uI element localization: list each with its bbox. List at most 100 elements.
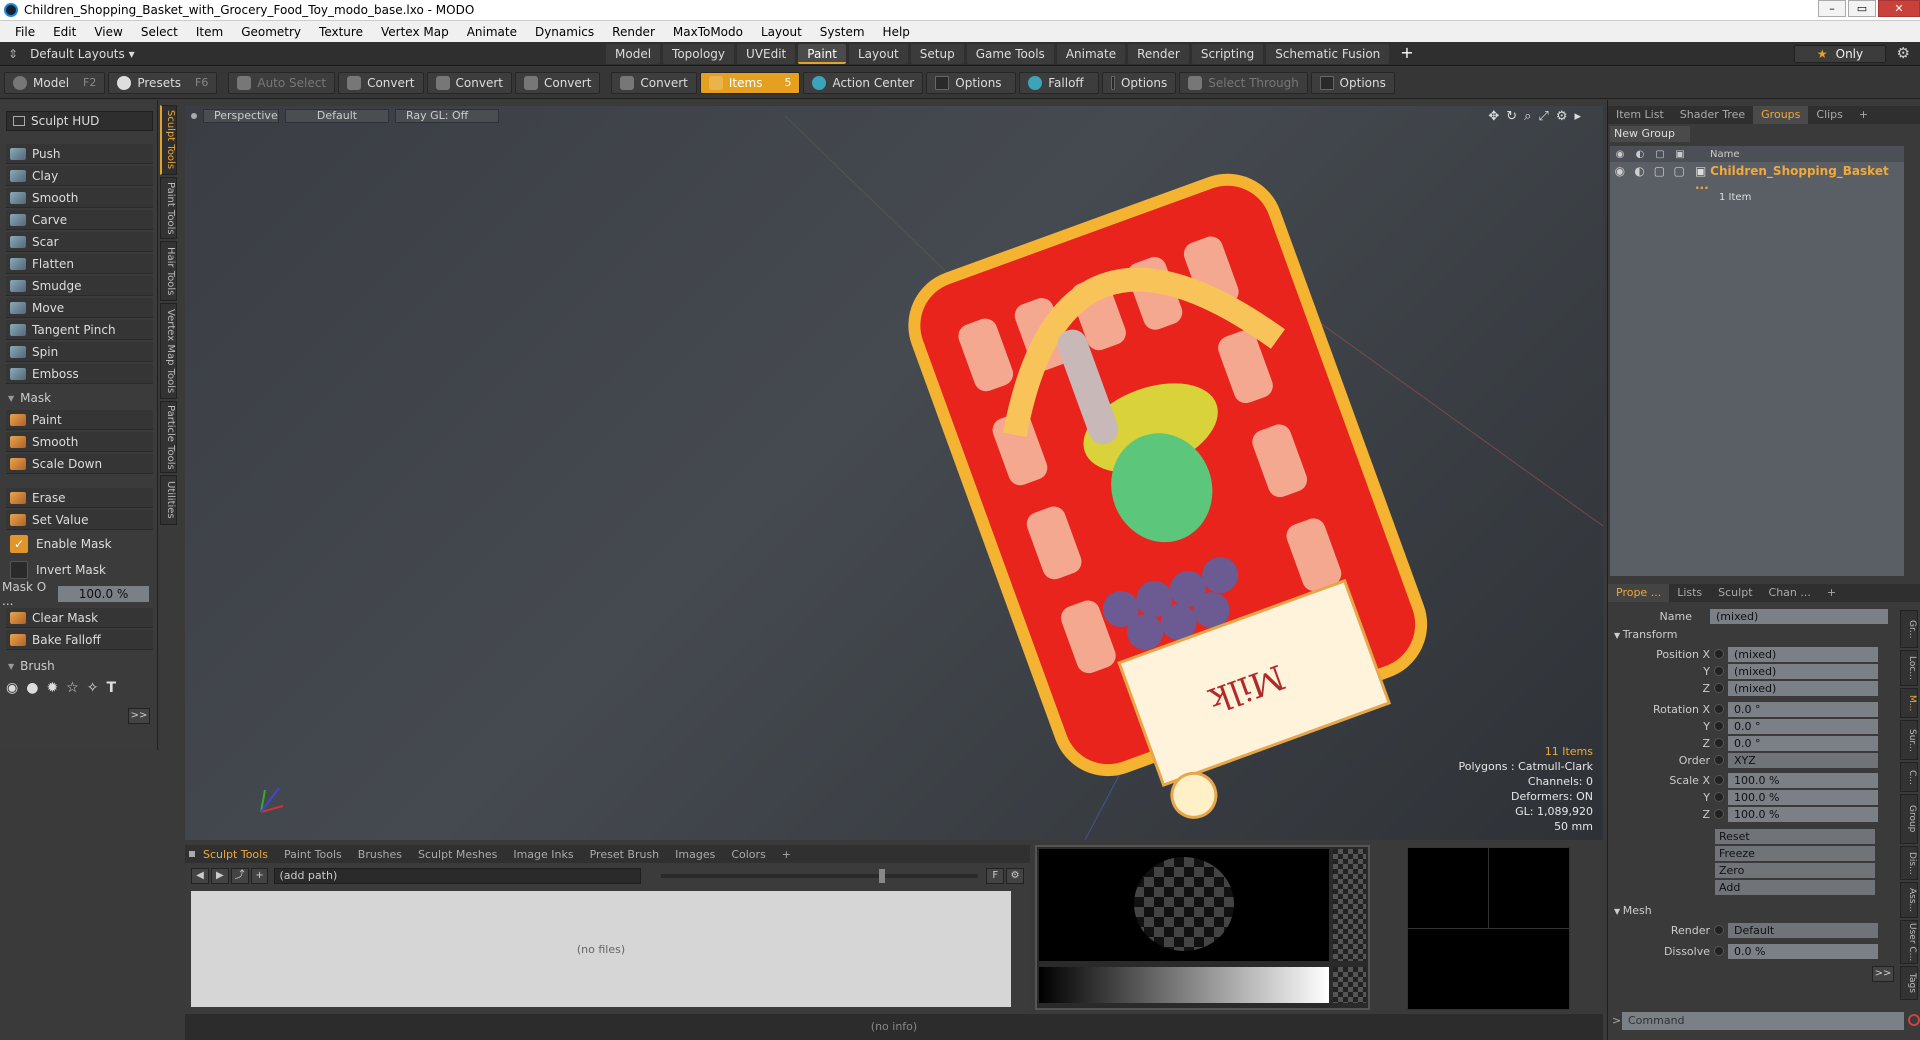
tool-flatten[interactable]: Flatten bbox=[6, 254, 153, 274]
tab-schematic-fusion[interactable]: Schematic Fusion bbox=[1266, 44, 1390, 64]
forward-arrow-icon[interactable]: ▶ bbox=[210, 868, 229, 884]
btab-paint-tools[interactable]: Paint Tools bbox=[276, 848, 350, 861]
raygl-toggle[interactable]: Ray GL: Off bbox=[395, 109, 499, 123]
rvtab-group[interactable]: Group bbox=[1900, 794, 1918, 844]
anim-dot-icon[interactable] bbox=[1714, 738, 1724, 748]
select-icon[interactable]: ▣ bbox=[1670, 149, 1690, 160]
mask-scale-down[interactable]: Scale Down bbox=[6, 454, 153, 474]
mask-set-value[interactable]: Set Value bbox=[6, 510, 153, 530]
rvtab-ass[interactable]: Ass... bbox=[1900, 882, 1918, 918]
auto-select-button[interactable]: Auto Select bbox=[228, 71, 336, 94]
menu-texture[interactable]: Texture bbox=[319, 25, 363, 39]
default-layouts-dropdown[interactable]: ⇕ Default Layouts ▾ bbox=[8, 45, 135, 63]
menu-layout[interactable]: Layout bbox=[761, 25, 802, 39]
menu-maxtomodo[interactable]: MaxToModo bbox=[673, 25, 743, 39]
vtab-vertex-map-tools[interactable]: Vertex Map Tools bbox=[160, 303, 177, 399]
mask-section-header[interactable]: ▼ Mask bbox=[8, 390, 51, 406]
ptab-properties[interactable]: Prope ... bbox=[1608, 584, 1670, 602]
tab-layout[interactable]: Layout bbox=[848, 44, 908, 64]
tab-scripting[interactable]: Scripting bbox=[1191, 44, 1264, 64]
order-dropdown[interactable]: XYZ bbox=[1728, 752, 1878, 768]
menu-dynamics[interactable]: Dynamics bbox=[535, 25, 594, 39]
add-folder-icon[interactable]: + bbox=[250, 868, 269, 884]
gear-icon[interactable]: ⚙ bbox=[1897, 44, 1910, 62]
falloff-options-button[interactable]: Options bbox=[1102, 71, 1177, 94]
convert-items-button[interactable]: Convert bbox=[611, 71, 697, 94]
action-center-button[interactable]: Action Center bbox=[803, 71, 924, 94]
anim-dot-icon[interactable] bbox=[1714, 666, 1724, 676]
position-x-field[interactable]: (mixed) bbox=[1728, 646, 1878, 662]
tab-render[interactable]: Render bbox=[1128, 44, 1189, 64]
items-mode-button[interactable]: Items 5 bbox=[699, 71, 801, 94]
btab-preset-brush[interactable]: Preset Brush bbox=[582, 848, 668, 861]
tab-uvedit[interactable]: UVEdit bbox=[737, 44, 796, 64]
visibility-eye-icon[interactable]: ◉ bbox=[1610, 149, 1630, 160]
star-brush-icon[interactable]: ☆ bbox=[66, 680, 79, 696]
anim-dot-icon[interactable] bbox=[1714, 649, 1724, 659]
mesh-header[interactable]: ▼ Mesh bbox=[1614, 904, 1652, 917]
clear-mask-button[interactable]: Clear Mask bbox=[6, 608, 153, 628]
scale-y-field[interactable]: 100.0 % bbox=[1728, 789, 1878, 805]
rvtab-user-c[interactable]: User C... bbox=[1900, 920, 1918, 964]
vtab-utilities[interactable]: Utilities bbox=[160, 475, 177, 525]
dissolve-field[interactable]: 0.0 % bbox=[1728, 943, 1878, 959]
position-z-field[interactable]: (mixed) bbox=[1728, 680, 1878, 696]
name-field[interactable]: (mixed) bbox=[1710, 608, 1888, 624]
menu-file[interactable]: File bbox=[15, 25, 35, 39]
back-arrow-icon[interactable]: ◀ bbox=[191, 868, 209, 884]
tab-paint[interactable]: Paint bbox=[798, 44, 846, 64]
freeze-dropdown[interactable]: Freeze bbox=[1715, 846, 1875, 861]
rvtab-tags[interactable]: Tags bbox=[1900, 966, 1918, 1000]
brush-section-header[interactable]: ▼ Brush bbox=[8, 658, 55, 674]
close-button[interactable]: ✕ bbox=[1878, 0, 1920, 17]
vtab-hair-tools[interactable]: Hair Tools bbox=[160, 241, 177, 301]
add-tab-button[interactable]: + bbox=[774, 848, 799, 861]
rvtab-m[interactable]: M... bbox=[1900, 688, 1918, 718]
rotation-x-field[interactable]: 0.0 ° bbox=[1728, 701, 1878, 717]
ptab-sculpt[interactable]: Sculpt bbox=[1710, 584, 1760, 602]
record-icon[interactable] bbox=[1908, 1014, 1920, 1026]
rotation-y-field[interactable]: 0.0 ° bbox=[1728, 718, 1878, 734]
tab-model[interactable]: Model bbox=[606, 44, 661, 64]
tool-smudge[interactable]: Smudge bbox=[6, 276, 153, 296]
tool-emboss[interactable]: Emboss bbox=[6, 364, 153, 384]
up-folder-icon[interactable]: ⤴ bbox=[230, 868, 249, 884]
ptab-channels[interactable]: Chan ... bbox=[1761, 584, 1819, 602]
mask-opacity-field[interactable]: 100.0 % bbox=[58, 586, 149, 602]
falloff-button[interactable]: Falloff bbox=[1019, 71, 1100, 94]
rvtab-sur[interactable]: Sur... bbox=[1900, 720, 1918, 760]
bake-falloff-button[interactable]: Bake Falloff bbox=[6, 630, 153, 650]
alpha-preview[interactable] bbox=[1333, 967, 1366, 1003]
reset-dropdown[interactable]: Reset bbox=[1715, 829, 1875, 844]
filter-icon[interactable]: F bbox=[986, 868, 1005, 884]
tool-tangent-pinch[interactable]: Tangent Pinch bbox=[6, 320, 153, 340]
row-eye-icon[interactable]: ◉ bbox=[1610, 164, 1630, 178]
ptab-add-icon[interactable]: + bbox=[1819, 584, 1844, 602]
vtab-paint-tools[interactable]: Paint Tools bbox=[160, 177, 177, 239]
soft-brush-icon[interactable]: ◉ bbox=[6, 680, 18, 696]
tool-push[interactable]: Push bbox=[6, 144, 153, 164]
view-type-dropdown[interactable]: Perspective bbox=[203, 109, 279, 123]
rtab-shader-tree[interactable]: Shader Tree bbox=[1672, 106, 1753, 124]
menu-view[interactable]: View bbox=[94, 25, 122, 39]
anim-dot-icon[interactable] bbox=[1714, 809, 1724, 819]
tool-spin[interactable]: Spin bbox=[6, 342, 153, 362]
tool-smooth[interactable]: Smooth bbox=[6, 188, 153, 208]
convert-polygons-button[interactable]: Convert bbox=[514, 71, 601, 94]
add-tab-plus-icon[interactable]: + bbox=[1400, 44, 1413, 64]
slider-handle[interactable] bbox=[879, 869, 886, 883]
select-through-button[interactable]: Select Through bbox=[1179, 71, 1308, 94]
invert-mask-checkbox[interactable]: Invert Mask bbox=[6, 560, 153, 580]
presets-button[interactable]: Presets F6 bbox=[108, 71, 218, 94]
btab-sculpt-meshes[interactable]: Sculpt Meshes bbox=[410, 848, 505, 861]
shading-dropdown[interactable]: Default bbox=[285, 109, 389, 123]
rvtab-loc[interactable]: Loc... bbox=[1900, 650, 1918, 686]
more-button[interactable]: >> bbox=[128, 708, 150, 724]
fit-icon[interactable]: ⤢ bbox=[1538, 109, 1548, 124]
rvtab-dis[interactable]: Dis... bbox=[1900, 846, 1918, 880]
command-input[interactable]: Command bbox=[1622, 1012, 1904, 1030]
only-button[interactable]: ★ Only bbox=[1794, 45, 1886, 63]
tab-setup[interactable]: Setup bbox=[910, 44, 964, 64]
zoom-icon[interactable]: ⌕ bbox=[1524, 109, 1531, 124]
rtab-groups[interactable]: Groups bbox=[1753, 106, 1809, 124]
